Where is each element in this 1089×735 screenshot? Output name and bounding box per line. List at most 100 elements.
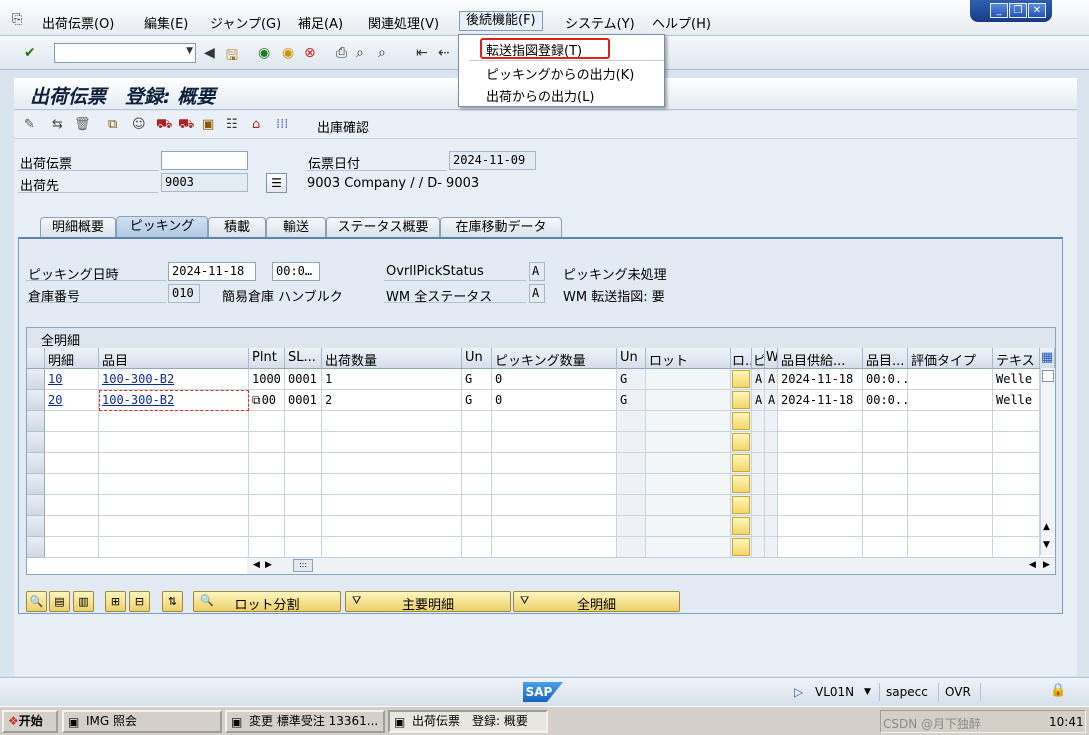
table-cell[interactable]: 1000 <box>249 369 285 390</box>
row-selector[interactable] <box>27 495 45 516</box>
column-header[interactable]: テキスト <box>993 348 1040 369</box>
all-items-button[interactable]: ⛛ 全明細 <box>513 591 680 613</box>
empty-cell[interactable] <box>462 411 492 432</box>
menu-environment[interactable]: 関連処理(V) <box>362 13 445 32</box>
table-cell[interactable]: G <box>617 369 646 390</box>
table-cell[interactable]: 0 <box>492 390 617 411</box>
empty-cell[interactable] <box>617 495 646 516</box>
empty-cell[interactable] <box>752 516 765 537</box>
collapse-icon[interactable]: ◀ <box>204 45 215 61</box>
empty-cell[interactable] <box>462 453 492 474</box>
find-icon[interactable]: ⌕ <box>356 45 364 61</box>
column-header[interactable]: Plnt <box>249 348 285 369</box>
empty-cell[interactable] <box>646 516 731 537</box>
empty-cell[interactable] <box>908 495 993 516</box>
row-selector[interactable] <box>27 390 45 411</box>
row-selector[interactable] <box>27 516 45 537</box>
empty-cell[interactable] <box>765 453 778 474</box>
empty-cell[interactable] <box>752 537 765 558</box>
status-expand-icon[interactable]: ▷ <box>794 685 803 699</box>
empty-cell[interactable] <box>249 537 285 558</box>
output-icon[interactable]: ☷ <box>226 117 238 132</box>
table-cell[interactable]: 0001 <box>285 369 322 390</box>
post-goods-issue-button[interactable]: 出庫確認 <box>317 117 369 136</box>
start-button[interactable]: ❖开始 <box>2 710 58 733</box>
checkbox-icon[interactable] <box>1042 370 1054 382</box>
batch-checkbox[interactable] <box>732 433 750 451</box>
empty-cell[interactable] <box>993 474 1040 495</box>
display-change-icon[interactable]: ✎ <box>24 117 35 132</box>
document-date-field[interactable]: 2024-11-09 <box>449 151 536 170</box>
find-next-icon[interactable]: ⌕ <box>378 45 386 61</box>
empty-cell[interactable] <box>731 537 752 558</box>
menu-help[interactable]: ヘルプ(H) <box>646 13 717 32</box>
empty-cell[interactable] <box>45 411 99 432</box>
empty-cell[interactable] <box>731 411 752 432</box>
empty-cell[interactable] <box>492 474 617 495</box>
empty-cell[interactable] <box>322 474 462 495</box>
batch-checkbox[interactable] <box>732 496 750 514</box>
overall-pick-status-field[interactable]: A <box>529 262 545 281</box>
empty-cell[interactable] <box>492 495 617 516</box>
empty-cell[interactable] <box>322 432 462 453</box>
address-detail-icon[interactable]: ☰ <box>266 173 287 193</box>
empty-cell[interactable] <box>462 516 492 537</box>
save-icon[interactable]: 🖫 <box>226 45 238 69</box>
deselect-all-button[interactable]: ▥ <box>73 591 94 612</box>
empty-cell[interactable] <box>45 537 99 558</box>
empty-cell[interactable] <box>908 411 993 432</box>
empty-cell[interactable] <box>99 474 249 495</box>
empty-cell[interactable] <box>492 453 617 474</box>
table-cell[interactable]: A <box>752 369 765 390</box>
task-img[interactable]: ▣ IMG 照会 <box>62 710 222 733</box>
partner-icon[interactable]: ☺ <box>132 117 146 132</box>
empty-cell[interactable] <box>249 474 285 495</box>
empty-cell[interactable] <box>617 474 646 495</box>
empty-cell[interactable] <box>778 516 863 537</box>
empty-cell[interactable] <box>993 537 1040 558</box>
insert-mode[interactable]: OVR <box>945 685 971 699</box>
table-cell[interactable]: A <box>765 369 778 390</box>
tab-status-overview[interactable]: ステータス概要 <box>326 217 440 237</box>
empty-cell[interactable] <box>617 516 646 537</box>
empty-cell[interactable] <box>863 495 908 516</box>
empty-cell[interactable] <box>617 537 646 558</box>
empty-cell[interactable] <box>45 495 99 516</box>
empty-cell[interactable] <box>752 411 765 432</box>
empty-cell[interactable] <box>285 537 322 558</box>
batch-checkbox[interactable] <box>732 412 750 430</box>
column-header[interactable]: 品目... <box>863 348 908 369</box>
column-header[interactable]: W <box>765 348 778 369</box>
empty-cell[interactable] <box>646 432 731 453</box>
empty-cell[interactable] <box>863 453 908 474</box>
empty-cell[interactable] <box>646 495 731 516</box>
table-cell[interactable]: A <box>752 390 765 411</box>
empty-cell[interactable] <box>45 432 99 453</box>
empty-cell[interactable] <box>45 516 99 537</box>
empty-cell[interactable] <box>908 516 993 537</box>
empty-cell[interactable] <box>99 516 249 537</box>
picking-date-input[interactable]: 2024-11-18 <box>168 262 256 281</box>
sort-button[interactable]: ⇅ <box>162 591 183 612</box>
menu-item-create-transfer-order[interactable]: 転送指図登録(T) <box>486 40 582 59</box>
table-cell[interactable]: G <box>617 390 646 411</box>
column-header[interactable]: 評価タイプ <box>908 348 993 369</box>
empty-cell[interactable] <box>322 537 462 558</box>
table-cell[interactable]: G <box>462 369 492 390</box>
table-cell[interactable]: Welle <box>993 390 1040 411</box>
tab-goods-movement[interactable]: 在庫移動データ <box>440 217 562 237</box>
command-field[interactable]: ▼ <box>54 43 196 63</box>
cell-value[interactable]: 100-300-B2 <box>102 393 174 407</box>
minimize-icon[interactable]: _ <box>990 3 1008 18</box>
empty-cell[interactable] <box>646 411 731 432</box>
select-all-header[interactable] <box>27 348 45 369</box>
scroll-up-icon[interactable]: ▲ <box>1043 522 1050 532</box>
batch-split-button[interactable]: 🔍 ロット分割 <box>193 591 341 613</box>
menu-subsequent-functions[interactable]: 後続機能(F) <box>459 11 543 31</box>
empty-cell[interactable] <box>863 537 908 558</box>
warehouse-field[interactable]: 010 <box>168 284 200 303</box>
batch-checkbox[interactable] <box>732 391 750 409</box>
chevron-down-icon[interactable]: ▼ <box>186 46 193 56</box>
empty-cell[interactable] <box>863 432 908 453</box>
empty-cell[interactable] <box>492 411 617 432</box>
